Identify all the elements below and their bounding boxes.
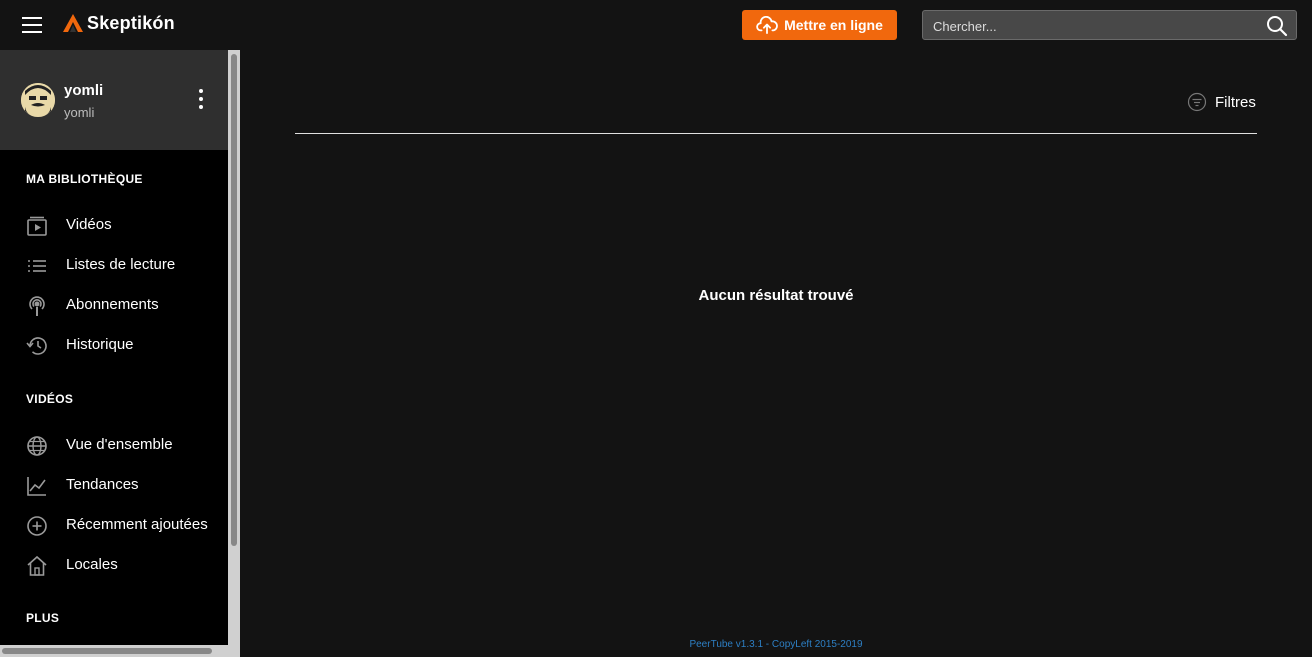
add-circle-icon xyxy=(27,516,47,536)
sidebar-item-label: Historique xyxy=(66,336,134,353)
sidebar-item-overview[interactable]: Vue d'ensemble xyxy=(0,425,228,465)
logo-icon[interactable] xyxy=(62,13,84,33)
home-icon xyxy=(27,555,47,576)
app-name[interactable]: Skeptikón xyxy=(87,13,175,34)
sidebar-item-label: Listes de lecture xyxy=(66,256,176,273)
sidebar-item-label: Récemment ajoutées xyxy=(66,516,208,533)
search-icon[interactable] xyxy=(1266,15,1288,37)
sidebar-item-videos[interactable]: Vidéos xyxy=(0,205,228,245)
content-divider xyxy=(295,133,1257,134)
sidebar-item-trending[interactable]: Tendances xyxy=(0,465,228,505)
search-input[interactable] xyxy=(923,11,1265,41)
footer-separator: - xyxy=(763,639,772,650)
videos-icon xyxy=(27,216,47,236)
filter-icon xyxy=(1187,92,1207,112)
history-icon xyxy=(26,337,47,355)
cloud-upload-icon xyxy=(756,16,778,34)
sidebar-item-label: Tendances xyxy=(66,476,139,493)
more-options-icon[interactable] xyxy=(196,89,206,111)
playlist-icon xyxy=(28,260,46,272)
trending-icon xyxy=(27,477,46,496)
sidebar-item-subscriptions[interactable]: Abonnements xyxy=(0,285,228,325)
empty-results-message: Aucun résultat trouvé xyxy=(698,287,854,304)
sidebar: yomli yomli MA BIBLIOTHÈQUE Vidéos Liste… xyxy=(0,50,228,657)
sidebar-horizontal-scrollbar-thumb[interactable] xyxy=(2,648,212,654)
avatar-image xyxy=(21,83,55,117)
sidebar-item-label: Abonnements xyxy=(66,296,159,313)
sidebar-scrollbar-thumb[interactable] xyxy=(231,54,237,546)
avatar[interactable] xyxy=(21,83,55,117)
filters-label: Filtres xyxy=(1215,93,1256,111)
upload-button[interactable]: Mettre en ligne xyxy=(742,10,897,40)
sidebar-item-recently-added[interactable]: Récemment ajoutées xyxy=(0,505,228,545)
subscriptions-icon xyxy=(29,296,45,316)
section-title-more: PLUS xyxy=(26,611,60,625)
top-header: Skeptikón Mettre en ligne xyxy=(0,0,1312,50)
footer-copyleft-link[interactable]: CopyLeft 2015-2019 xyxy=(772,639,863,650)
menu-toggle-icon[interactable] xyxy=(22,17,42,33)
user-display-name[interactable]: yomli xyxy=(64,82,103,99)
section-title-library: MA BIBLIOTHÈQUE xyxy=(26,172,143,186)
sidebar-item-label: Locales xyxy=(66,556,118,573)
sidebar-item-playlists[interactable]: Listes de lecture xyxy=(0,245,228,285)
footer-version-link[interactable]: PeerTube v1.3.1 xyxy=(689,639,763,650)
search-box xyxy=(922,10,1297,41)
upload-button-label: Mettre en ligne xyxy=(784,17,883,33)
globe-icon xyxy=(27,436,47,456)
sidebar-item-label: Vue d'ensemble xyxy=(66,436,173,453)
footer: PeerTube v1.3.1 - CopyLeft 2015-2019 xyxy=(295,639,1257,650)
filters-button[interactable]: Filtres xyxy=(1187,92,1256,112)
sidebar-item-history[interactable]: Historique xyxy=(0,325,228,365)
section-title-videos: VIDÉOS xyxy=(26,392,74,406)
user-panel: yomli yomli xyxy=(0,50,228,150)
sidebar-item-local[interactable]: Locales xyxy=(0,545,228,585)
sidebar-item-label: Vidéos xyxy=(66,216,112,233)
user-handle: yomli xyxy=(64,105,95,120)
